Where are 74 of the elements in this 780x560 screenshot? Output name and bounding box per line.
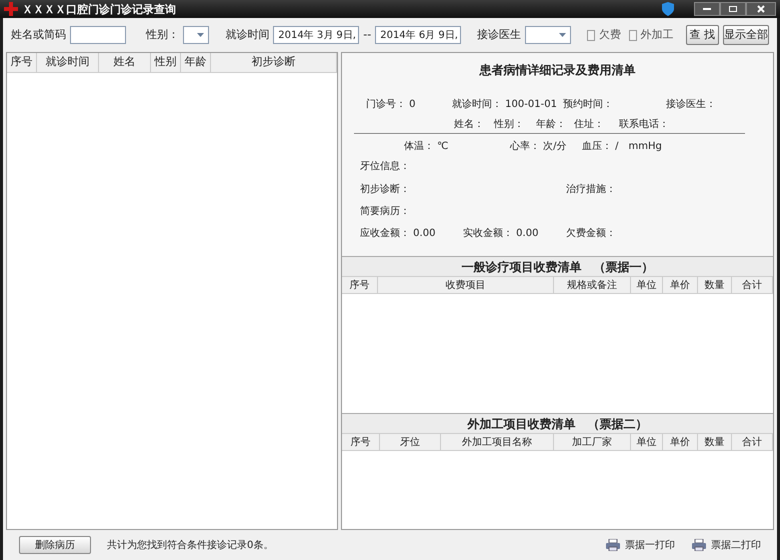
date-picker[interactable]: 2014年 6月 9日, — [375, 26, 462, 44]
detail-field: 接诊医生： — [666, 96, 716, 112]
name-search-field[interactable] — [70, 26, 126, 44]
field-label: 性别： — [146, 26, 179, 43]
column-header[interactable]: 单价 — [663, 277, 698, 293]
column-header[interactable]: 序号 — [7, 53, 37, 72]
column-header[interactable]: 合计 — [732, 277, 773, 293]
detail-field: 住址： — [574, 116, 619, 132]
printer-icon — [691, 539, 707, 551]
doctor-dropdown[interactable] — [525, 26, 572, 44]
field-label: 就诊时间 — [225, 26, 270, 43]
detail-field: 门诊号： 0 — [366, 96, 452, 112]
dropdown-arrow-icon — [197, 33, 204, 37]
column-header[interactable]: 单价 — [663, 434, 698, 450]
detail-field: 简要病历： — [360, 204, 410, 218]
column-header[interactable]: 数量 — [698, 277, 732, 293]
column-header[interactable]: 就诊时间 — [37, 53, 99, 72]
section-title: 一般诊疗项目收费清单 （票据一） — [342, 257, 773, 276]
column-header[interactable]: 加工厂家 — [554, 434, 631, 450]
detail-field: 治疗措施： — [566, 182, 616, 196]
detail-field: 初步诊断： — [360, 182, 566, 196]
print-button[interactable]: 票据一打印 — [605, 538, 675, 552]
app-cross-icon — [4, 2, 18, 16]
field-label: 姓名或简码 — [11, 26, 66, 43]
detail-field: 体温： ℃ — [404, 138, 510, 154]
shield-icon[interactable] — [662, 2, 674, 16]
detail-field: 欠费金额： — [566, 226, 616, 240]
checkbox-label: 欠费 — [599, 26, 622, 43]
column-header[interactable]: 数量 — [698, 434, 732, 450]
button[interactable]: 显示全部 — [723, 25, 769, 45]
column-header[interactable]: 外加工项目名称 — [441, 434, 554, 450]
status-text: 共计为您找到符合条件接诊记录0条。 — [107, 538, 274, 552]
window-title: ＸＸＸＸ口腔门诊门诊记录查询 — [22, 4, 176, 14]
section-title: 患者病情详细记录及费用清单 — [480, 62, 636, 79]
date-picker[interactable]: 2014年 3月 9日, — [273, 26, 360, 44]
printer-icon — [605, 539, 621, 551]
column-header[interactable]: 年龄 — [181, 53, 211, 72]
delete-record-button[interactable]: 删除病历 — [19, 536, 91, 554]
column-header[interactable]: 姓名 — [99, 53, 151, 72]
checkbox-label: 外加工 — [640, 26, 674, 43]
column-header[interactable]: 初步诊断 — [211, 53, 337, 72]
button[interactable]: 查 找 — [686, 25, 719, 45]
checkbox[interactable] — [587, 30, 596, 40]
dropdown-arrow-icon — [559, 33, 566, 37]
detail-field: 联系电话： — [619, 116, 669, 132]
maximize-button[interactable] — [720, 2, 746, 16]
detail-field: 血压： / mmHg — [582, 138, 662, 154]
detail-field: 年龄： — [536, 116, 574, 132]
close-button[interactable] — [746, 2, 776, 16]
detail-field: 预约时间： — [563, 96, 666, 112]
section-title: 外加工项目收费清单 （票据二） — [342, 414, 773, 433]
date-separator: -- — [363, 26, 372, 43]
field-label: 接诊医生 — [477, 26, 522, 43]
detail-field: 实收金额： 0.00 — [463, 226, 566, 240]
detail-field: 姓名： — [454, 116, 494, 132]
detail-field: 就诊时间： 100-01-01 — [452, 96, 563, 112]
column-header[interactable]: 牙位 — [380, 434, 441, 450]
detail-field: 心率： 次/分 — [510, 138, 582, 154]
column-header[interactable]: 合计 — [732, 434, 773, 450]
print-button[interactable]: 票据二打印 — [691, 538, 761, 552]
column-header[interactable]: 单位 — [631, 277, 663, 293]
checkbox[interactable] — [629, 30, 637, 40]
column-header[interactable]: 性别 — [151, 53, 181, 72]
column-header[interactable]: 收费项目 — [378, 277, 554, 293]
column-header[interactable]: 规格或备注 — [554, 277, 631, 293]
column-header[interactable]: 序号 — [342, 277, 378, 293]
column-header[interactable]: 单位 — [631, 434, 663, 450]
minimize-button[interactable] — [694, 2, 720, 16]
detail-field: 牙位信息： — [360, 159, 410, 174]
detail-field: 应收金额： 0.00 — [360, 226, 463, 240]
gender-dropdown[interactable] — [183, 26, 210, 44]
column-header[interactable]: 序号 — [342, 434, 380, 450]
close-icon — [757, 5, 765, 13]
detail-field: 性别： — [494, 116, 536, 132]
